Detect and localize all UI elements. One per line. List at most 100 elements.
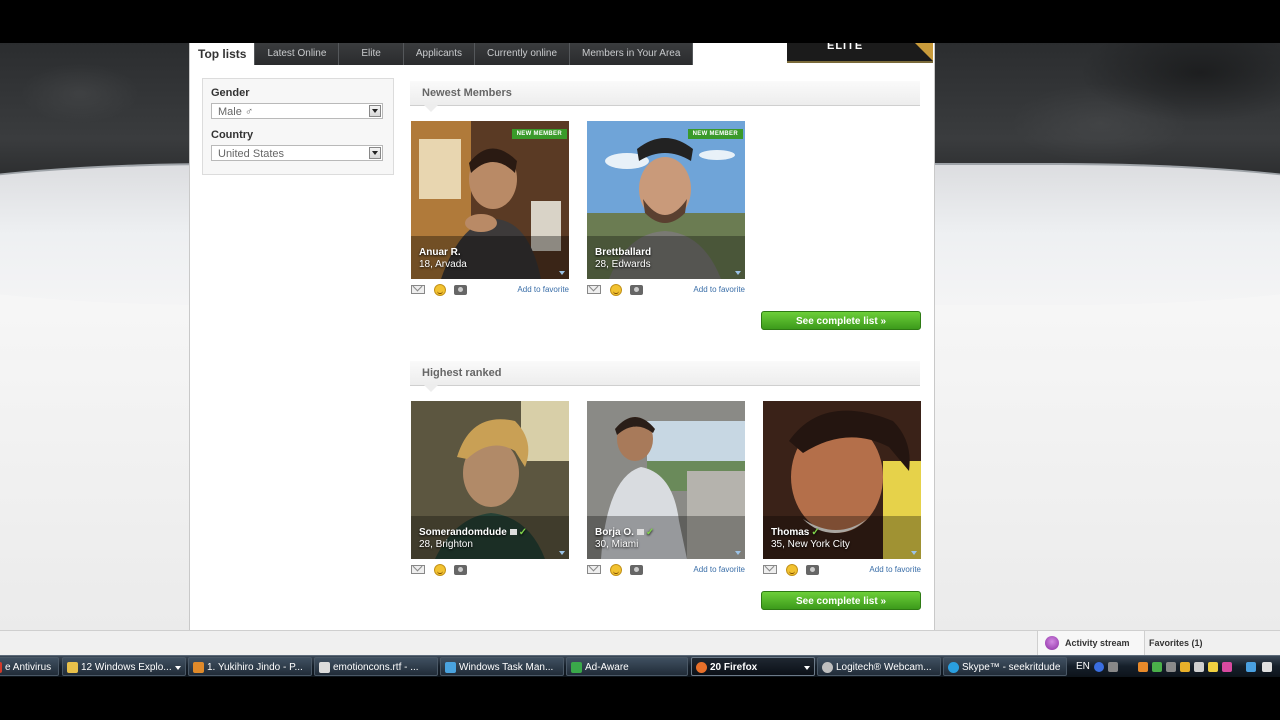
highest-ranked-header: Highest ranked [410,361,920,392]
tray-app-icon[interactable] [1152,662,1162,672]
card-menu-arrow-icon[interactable] [559,271,565,275]
taskbar-item-wordpad[interactable]: emotioncons.rtf - ... [314,657,438,676]
system-tray: EN [1072,657,1280,676]
member-photo[interactable]: Borja O. ✓ 30, Miami [587,401,745,559]
tray-arrow-icon[interactable] [1108,662,1118,672]
tab-top-lists[interactable]: Top lists [190,43,256,65]
tab-applicants[interactable]: Applicants [403,43,475,65]
card-actions: Add to favorite [411,283,569,297]
photo-icon [509,529,517,536]
member-name-text: Borja O. [595,527,634,538]
activity-stream-button[interactable]: Activity stream [1037,631,1145,656]
taskbar-item-label: Logitech® Webcam... [836,662,932,673]
taskbar-item-media-player[interactable]: 1. Yukihiro Jindo - P... [188,657,312,676]
taskbar-item-firefox[interactable]: 20 Firefox [691,657,815,676]
member-name: Thomas ✓ [771,527,820,538]
member-location: 35, New York City [771,539,850,550]
taskbar-item-ad-aware[interactable]: Ad-Aware [566,657,688,676]
add-to-favorite-link[interactable]: Add to favorite [869,565,921,574]
card-menu-arrow-icon[interactable] [735,271,741,275]
webcam-icon [822,662,833,673]
taskbar-item-task-manager[interactable]: Windows Task Man... [440,657,564,676]
see-complete-list-button[interactable]: See complete list » [761,311,921,330]
camera-icon[interactable] [806,565,819,575]
smile-icon[interactable] [610,284,622,296]
member-card[interactable]: Thomas ✓ 35, New York City Add to favorit… [763,401,921,579]
new-member-badge: NEW MEMBER [511,129,567,139]
tab-members-in-area[interactable]: Members in Your Area [570,43,694,65]
chevron-down-icon[interactable] [369,147,381,159]
add-to-favorite-link[interactable]: Add to favorite [693,285,745,294]
smile-icon[interactable] [786,564,798,576]
member-photo[interactable]: NEW MEMBER Anuar R. 18, Arvada [411,121,569,279]
mail-icon[interactable] [587,285,601,294]
smile-icon[interactable] [434,564,446,576]
media-player-icon [193,662,204,673]
gender-label: Gender [211,87,250,99]
tray-app-icon[interactable] [1166,662,1176,672]
mail-icon[interactable] [763,565,777,574]
taskbar-item-windows-explorer[interactable]: 12 Windows Explo... [62,657,186,676]
newest-members-header: Newest Members [410,81,920,112]
add-to-favorite-link[interactable]: Add to favorite [693,565,745,574]
new-member-badge: NEW MEMBER [687,129,743,139]
member-photo[interactable]: NEW MEMBER Brettballard 28, Edwards [587,121,745,279]
tab-latest-online[interactable]: Latest Online [255,43,340,65]
tray-app-icon[interactable] [1208,662,1218,672]
taskbar-item-logitech-webcam[interactable]: Logitech® Webcam... [817,657,941,676]
member-card[interactable]: NEW MEMBER Brettballard 28, Edwards Add … [587,121,745,299]
verified-check-icon: ✓ [811,527,820,538]
elite-banner[interactable]: ELITE [787,43,933,63]
top-black-bar [0,0,1280,43]
mail-icon[interactable] [587,565,601,574]
mail-icon[interactable] [411,565,425,574]
tray-app-icon[interactable] [1194,662,1204,672]
photo-icon [636,529,644,536]
favorites-button[interactable]: Favorites (1) [1149,638,1203,648]
tab-elite[interactable]: Elite [339,43,404,65]
mail-icon[interactable] [411,285,425,294]
chevron-down-icon[interactable] [369,105,381,117]
header-notch [424,105,438,112]
member-card[interactable]: Somerandomdude ✓ 28, Brighton [411,401,569,579]
tray-app-icon[interactable] [1180,662,1190,672]
windows-taskbar: e Antivirus 12 Windows Explo... 1. Yukih… [0,655,1280,678]
member-card[interactable]: NEW MEMBER Anuar R. 18, Arvada Add to fa… [411,121,569,299]
volume-icon[interactable] [1262,662,1272,672]
member-location: 28, Brighton [419,539,473,550]
language-indicator[interactable]: EN [1076,657,1090,676]
taskbar-item-antivirus[interactable]: e Antivirus [0,657,59,676]
card-menu-arrow-icon[interactable] [911,551,917,555]
camera-icon[interactable] [630,565,643,575]
tray-app-icon[interactable] [1222,662,1232,672]
smile-icon[interactable] [434,284,446,296]
bottom-black-bar [0,677,1280,720]
country-select[interactable]: United States [211,145,383,161]
elite-banner-label: ELITE [827,43,864,52]
search-filters: Gender Male ♂ Country United States [202,78,394,175]
camera-icon[interactable] [454,565,467,575]
tray-app-icon[interactable] [1138,662,1148,672]
member-card[interactable]: Borja O. ✓ 30, Miami Add to favorite [587,401,745,579]
card-menu-arrow-icon[interactable] [559,551,565,555]
member-location: 30, Miami [595,539,639,550]
camera-icon[interactable] [454,285,467,295]
smile-icon[interactable] [610,564,622,576]
network-icon[interactable] [1246,662,1256,672]
taskbar-item-skype[interactable]: Skype™ - seekritdude [943,657,1067,676]
member-name-text: Thomas [771,527,810,538]
card-menu-arrow-icon[interactable] [735,551,741,555]
member-photo[interactable]: Somerandomdude ✓ 28, Brighton [411,401,569,559]
taskbar-item-label: 1. Yukihiro Jindo - P... [207,662,303,673]
member-photo[interactable]: Thomas ✓ 35, New York City [763,401,921,559]
camera-icon[interactable] [630,285,643,295]
gender-select[interactable]: Male ♂ [211,103,383,119]
add-to-favorite-link[interactable]: Add to favorite [517,285,569,294]
tab-currently-online[interactable]: Currently online [474,43,571,65]
member-name: Brettballard [595,247,652,258]
skype-icon [948,662,959,673]
help-icon[interactable] [1094,662,1104,672]
taskbar-item-label: emotioncons.rtf - ... [333,662,419,673]
page-background: Top lists Latest Online Elite Applicants… [0,43,1280,630]
see-complete-list-button[interactable]: See complete list » [761,591,921,610]
